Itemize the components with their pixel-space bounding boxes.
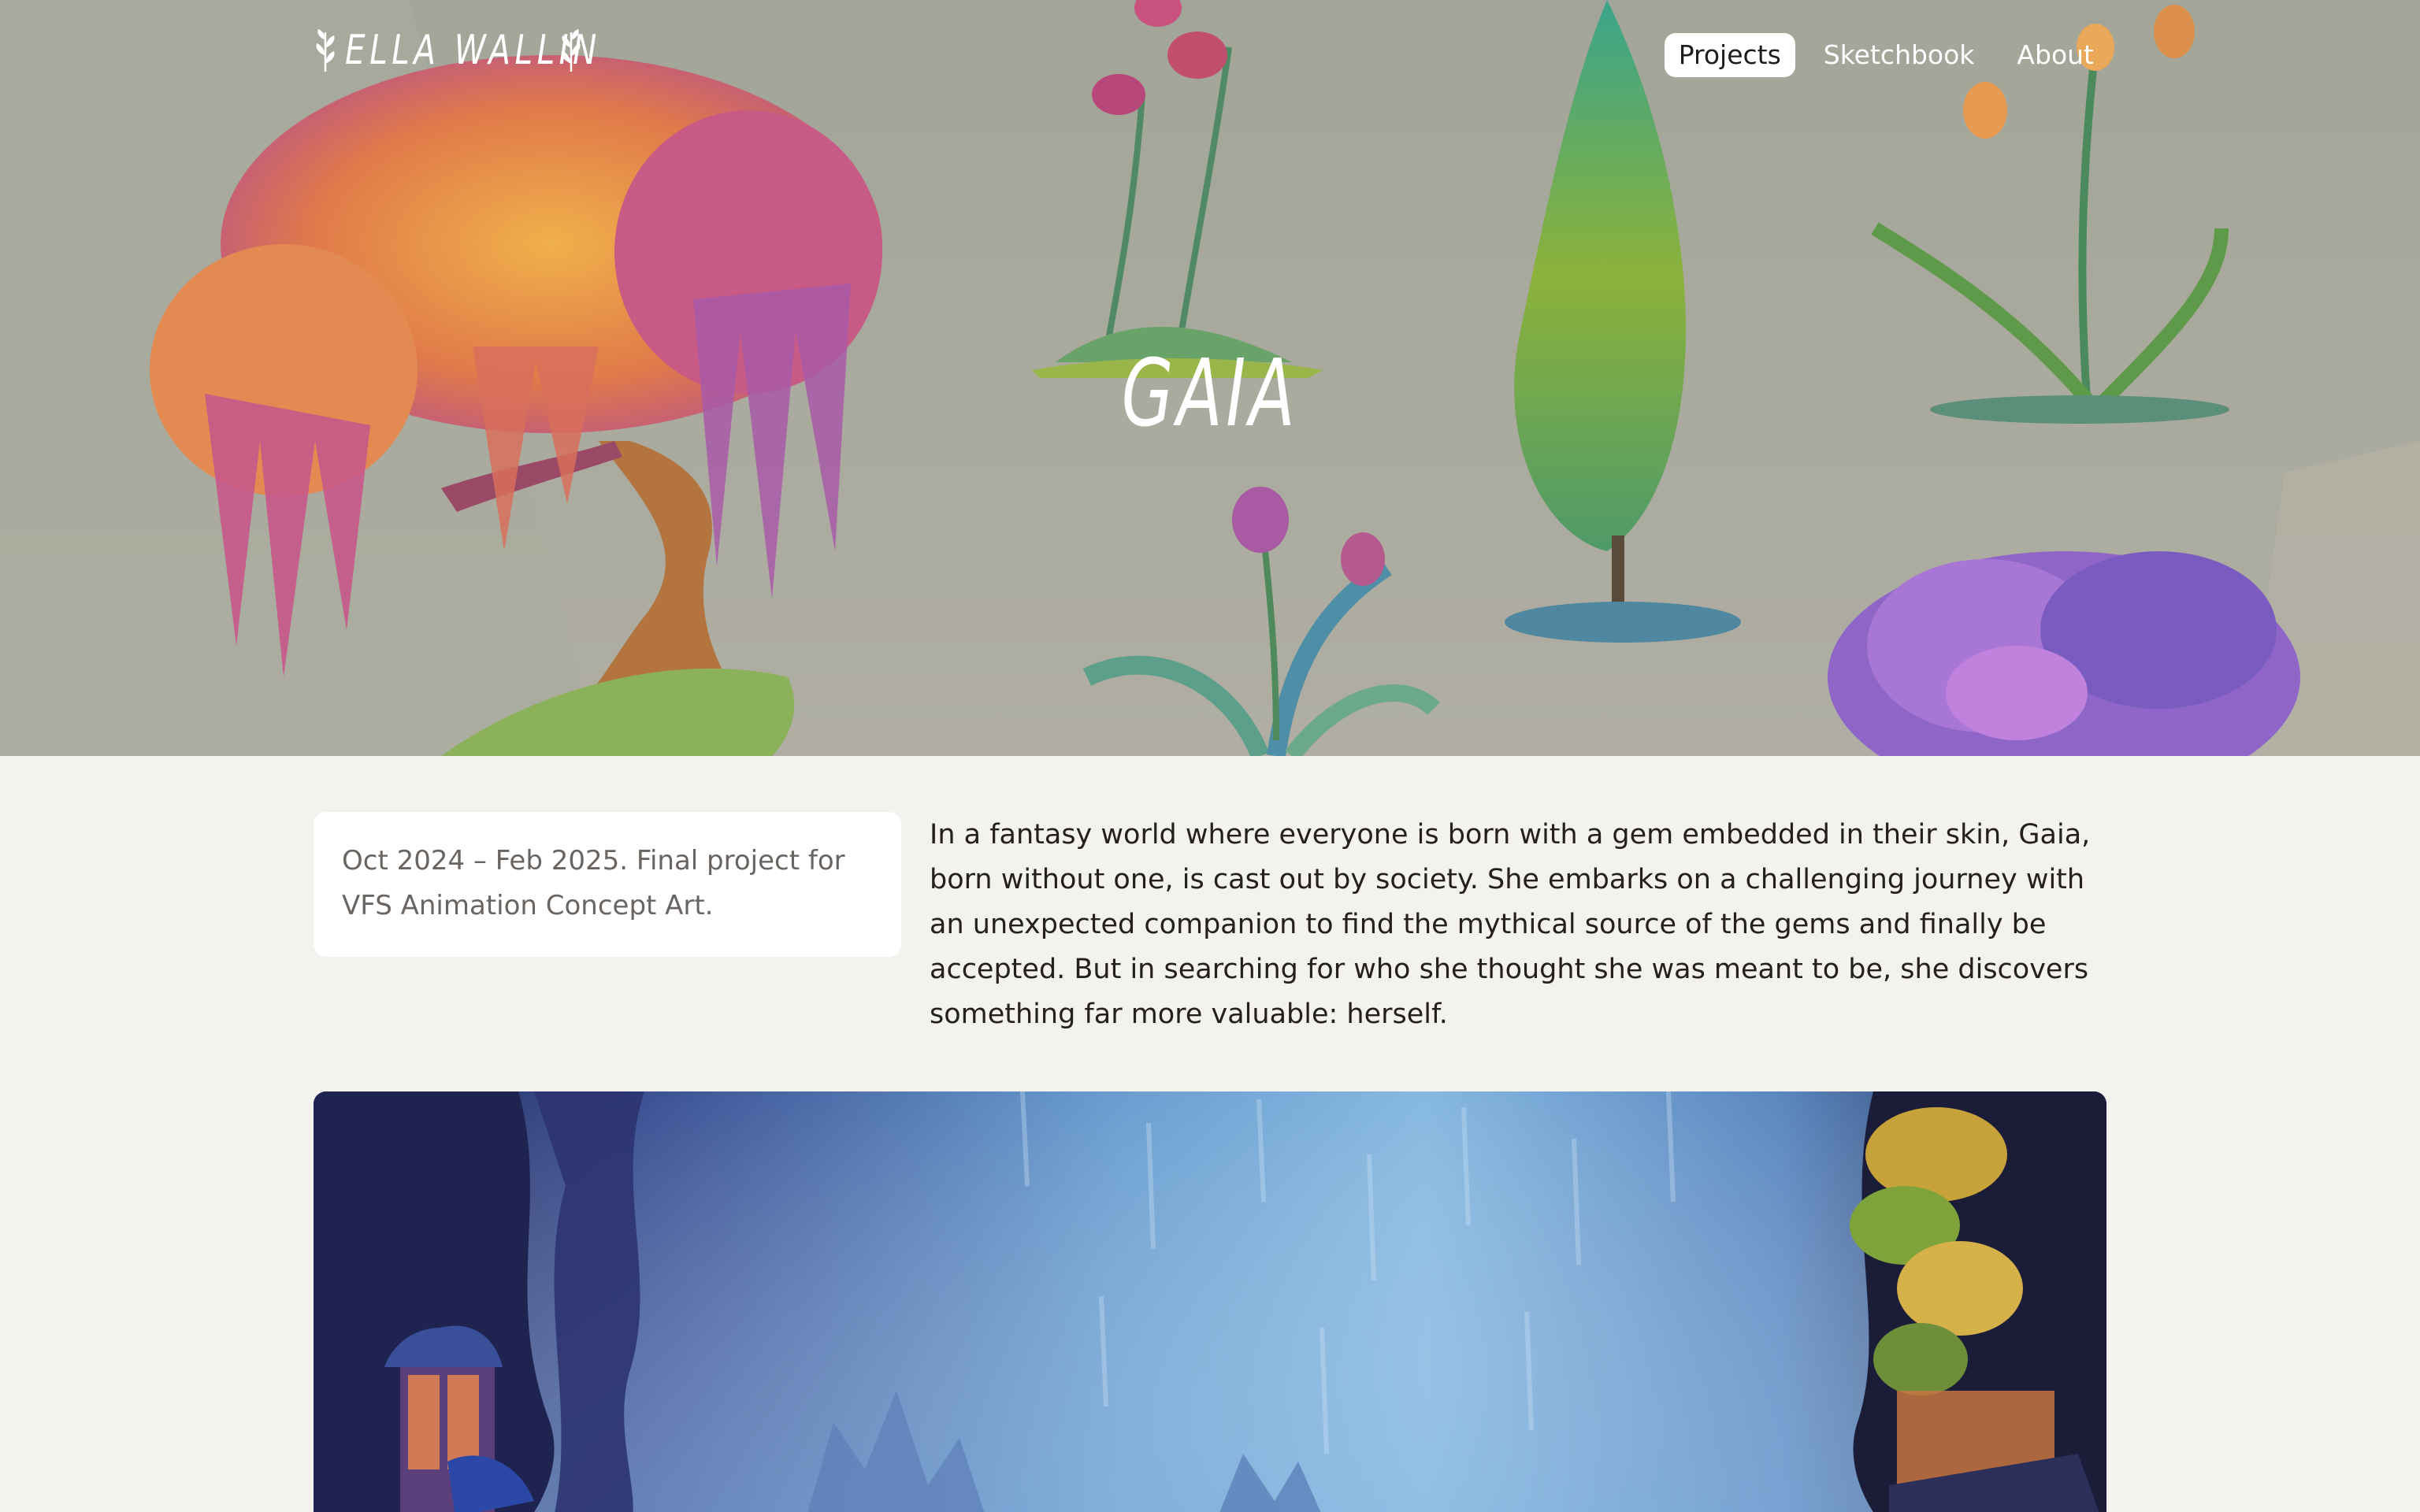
leaf-sprig-icon — [316, 29, 335, 72]
nav-link-about[interactable]: About — [2002, 33, 2108, 77]
feature-artwork — [314, 1091, 2106, 1512]
project-title-text: GAIA — [1121, 339, 1299, 447]
site-logo[interactable]: ELLA WALLIN — [312, 27, 601, 74]
project-meta-card: Oct 2024 – Feb 2025. Final project for V… — [314, 812, 901, 957]
project-title: GAIA — [0, 339, 2420, 447]
site-header: ELLA WALLIN Projects Sketchbook About — [0, 0, 2420, 110]
project-meta-text: Oct 2024 – Feb 2025. Final project for V… — [342, 845, 845, 921]
nav-link-sketchbook[interactable]: Sketchbook — [1809, 33, 1989, 77]
nav-link-projects[interactable]: Projects — [1664, 33, 1795, 77]
hero-banner: ELLA WALLIN Projects Sketchbook About GA… — [0, 0, 2420, 756]
main-nav: Projects Sketchbook About — [1664, 33, 2108, 77]
site-logo-text: ELLA WALLIN — [345, 27, 601, 74]
feature-artwork-illustration — [314, 1091, 2106, 1512]
project-description: In a fantasy world where everyone is bor… — [930, 819, 2091, 1030]
